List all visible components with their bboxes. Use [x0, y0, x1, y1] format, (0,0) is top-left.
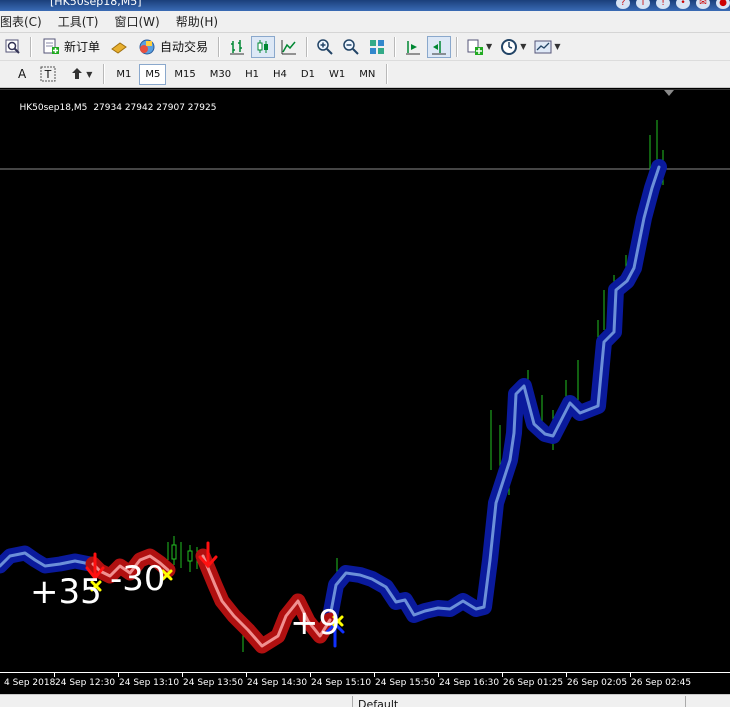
- timeframe-m1[interactable]: M1: [110, 64, 137, 85]
- menu-bar: 图表(C) 工具(T) 窗口(W) 帮助(H): [0, 11, 730, 33]
- chart-shift-marker[interactable]: [664, 90, 674, 96]
- periods-button[interactable]: ▼: [497, 36, 529, 58]
- trade-result-label: -30: [110, 559, 166, 599]
- timeframe-d1[interactable]: D1: [295, 64, 321, 85]
- standard-toolbar: 新订单 自动交易 ▼ ▼ ▼: [0, 33, 730, 61]
- alert-icon[interactable]: !: [656, 0, 670, 9]
- user-icon[interactable]: ●: [716, 0, 730, 9]
- time-label: 24 Sep 12:30: [55, 678, 116, 688]
- chart-header: HK50sep18,M5 27934 27942 27907 27925: [8, 93, 216, 123]
- toolbar-separator: [456, 36, 459, 57]
- bar-chart-icon[interactable]: [225, 36, 249, 58]
- time-tick: [310, 673, 311, 677]
- chart-symbol: HK50sep18,M5: [19, 103, 88, 113]
- clock-icon: [501, 38, 518, 55]
- settings-icon[interactable]: •: [676, 0, 690, 9]
- time-tick: [438, 673, 439, 677]
- time-label: 24 Sep 15:10: [311, 678, 372, 688]
- auto-trading-icon: [139, 39, 155, 54]
- drawing-toolbar: A T ▼ M1 M5 M15 M30 H1 H4 D1 W1 MN: [0, 61, 730, 88]
- templates-button[interactable]: ▼: [531, 36, 563, 58]
- chart-ohlc: 27934 27942 27907 27925: [93, 103, 217, 113]
- auto-trading-button[interactable]: 自动交易: [133, 36, 213, 58]
- title-icons: ? i ! • ✉ ●: [616, 0, 730, 9]
- time-tick: [502, 673, 503, 677]
- toolbar-separator: [306, 36, 309, 57]
- trade-result-label: +9: [290, 603, 341, 643]
- timeframe-m15[interactable]: M15: [168, 64, 201, 85]
- time-label: 24 Sep 14:30: [247, 678, 308, 688]
- new-order-label: 新订单: [64, 40, 101, 54]
- time-label: 26 Sep 02:05: [567, 678, 628, 688]
- time-axis: 4 Sep 2018 24 Sep 12:30 24 Sep 13:10 24 …: [0, 672, 730, 695]
- auto-scroll-icon[interactable]: [427, 35, 452, 58]
- chevron-down-icon: ▼: [86, 69, 93, 79]
- menu-chart[interactable]: 图表(C): [0, 13, 50, 30]
- chart-shift-icon[interactable]: [401, 36, 425, 58]
- tile-windows-icon[interactable]: [365, 36, 389, 58]
- toolbar-separator: [103, 64, 106, 84]
- time-label: 24 Sep 13:10: [119, 678, 180, 688]
- time-tick: [630, 673, 631, 677]
- status-divider: [352, 696, 353, 707]
- indicators-icon: [467, 39, 484, 55]
- text-label-tool-icon[interactable]: T: [34, 64, 62, 85]
- menu-tools[interactable]: 工具(T): [50, 13, 107, 30]
- toolbar-separator: [218, 36, 221, 57]
- toolbar-separator: [30, 36, 32, 57]
- history-icon[interactable]: [107, 36, 131, 58]
- toolbar-separator: [394, 36, 397, 57]
- time-label: 24 Sep 16:30: [439, 678, 500, 688]
- time-tick: [118, 673, 119, 677]
- line-chart-icon[interactable]: [277, 36, 301, 58]
- svg-text:T: T: [44, 68, 52, 81]
- time-tick: [182, 673, 183, 677]
- mail-icon[interactable]: ✉: [696, 0, 710, 9]
- title-bar: [HK50sep18,M5] ? i ! • ✉ ●: [0, 0, 730, 11]
- price-chart[interactable]: HK50sep18,M5 27934 27942 27907 27925 +35 …: [0, 89, 730, 673]
- chevron-down-icon: ▼: [520, 42, 527, 51]
- time-tick: [374, 673, 375, 677]
- time-label: 24 Sep 13:50: [183, 678, 244, 688]
- timeframe-h1[interactable]: H1: [239, 64, 265, 85]
- time-label: 24 Sep 15:50: [375, 678, 436, 688]
- help-icon[interactable]: ?: [616, 0, 630, 9]
- timeframe-mn[interactable]: MN: [353, 64, 381, 85]
- menu-window[interactable]: 窗口(W): [106, 13, 167, 30]
- time-label: 26 Sep 01:25: [503, 678, 564, 688]
- new-order-button[interactable]: 新订单: [37, 36, 105, 58]
- time-tick: [566, 673, 567, 677]
- toolbar-separator: [386, 64, 389, 84]
- status-divider: [685, 696, 686, 707]
- info-icon[interactable]: i: [636, 0, 650, 9]
- chevron-down-icon: ▼: [486, 42, 493, 51]
- arrows-tool-button[interactable]: ▼: [64, 64, 98, 85]
- uptrend-band: [0, 159, 667, 625]
- zoom-out-icon[interactable]: [339, 36, 363, 58]
- timeframe-m30[interactable]: M30: [204, 64, 237, 85]
- arrows-icon: [72, 68, 83, 79]
- timeframe-m5[interactable]: M5: [139, 63, 167, 85]
- time-tick: [54, 673, 55, 677]
- new-order-icon: [43, 38, 59, 54]
- zoom-in-icon[interactable]: [313, 36, 337, 58]
- status-bar: Default: [0, 694, 730, 707]
- timeframe-w1[interactable]: W1: [323, 64, 351, 85]
- window-title: [HK50sep18,M5]: [50, 0, 142, 8]
- time-label: 4 Sep 2018: [4, 678, 56, 688]
- time-label: 26 Sep 02:45: [631, 678, 692, 688]
- timeframe-h4[interactable]: H4: [267, 64, 293, 85]
- zoom-to-fit-icon[interactable]: [1, 36, 25, 58]
- trade-result-label: +35: [30, 572, 102, 612]
- chevron-down-icon: ▼: [554, 42, 561, 51]
- menu-help[interactable]: 帮助(H): [168, 13, 226, 30]
- candlestick-chart-icon[interactable]: [251, 35, 276, 58]
- time-tick: [246, 673, 247, 677]
- template-icon: [534, 40, 552, 53]
- auto-trading-label: 自动交易: [160, 40, 209, 54]
- indicators-button[interactable]: ▼: [463, 36, 495, 58]
- text-tool-icon[interactable]: A: [12, 64, 32, 85]
- candles: [167, 120, 664, 652]
